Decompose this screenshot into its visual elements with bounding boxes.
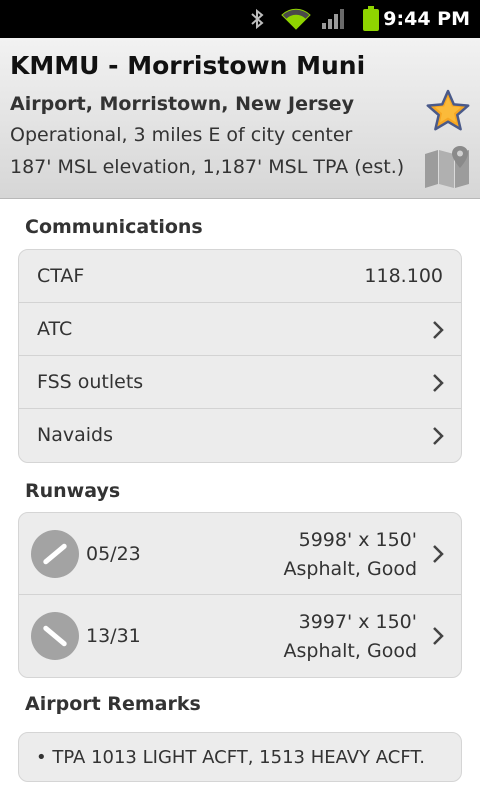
wifi-icon bbox=[280, 0, 312, 38]
chevron-right-icon bbox=[433, 374, 444, 392]
comm-row-navaids[interactable]: Navaids bbox=[19, 409, 461, 462]
runway-id: 05/23 bbox=[86, 543, 141, 565]
section-title-communications: Communications bbox=[25, 216, 203, 238]
runway-size: 3997' x 150' bbox=[298, 611, 417, 633]
airport-elevation: 187' MSL elevation, 1,187' MSL TPA (est.… bbox=[10, 156, 405, 178]
comm-label: CTAF bbox=[37, 265, 85, 287]
airport-status: Operational, 3 miles E of city center bbox=[10, 124, 353, 146]
runway-surface: Asphalt, Good bbox=[283, 558, 417, 580]
bluetooth-icon bbox=[248, 0, 266, 38]
runways-card: 05/23 5998' x 150' Asphalt, Good 13/31 3… bbox=[18, 512, 462, 678]
remarks-card: • TPA 1013 LIGHT ACFT, 1513 HEAVY ACFT. bbox=[18, 732, 462, 782]
star-icon bbox=[426, 89, 470, 131]
comm-label: FSS outlets bbox=[37, 371, 144, 393]
runway-row[interactable]: 13/31 3997' x 150' Asphalt, Good bbox=[19, 595, 461, 677]
section-title-remarks: Airport Remarks bbox=[25, 693, 201, 715]
battery-icon bbox=[360, 0, 382, 38]
comm-row-fss-outlets[interactable]: FSS outlets bbox=[19, 356, 461, 409]
status-time: 9:44 PM bbox=[383, 8, 470, 30]
airport-header: KMMU - Morristown Muni Airport, Morristo… bbox=[0, 38, 480, 199]
comm-label: ATC bbox=[37, 318, 73, 340]
comm-label: Navaids bbox=[37, 424, 113, 446]
airport-subtitle: Airport, Morristown, New Jersey bbox=[10, 93, 354, 115]
airport-title: KMMU - Morristown Muni bbox=[10, 51, 366, 80]
communications-card: CTAF 118.100 ATC FSS outlets Navaids bbox=[18, 249, 462, 463]
runway-id: 13/31 bbox=[86, 625, 141, 647]
map-button[interactable] bbox=[421, 144, 473, 188]
runway-heading-icon bbox=[31, 612, 79, 660]
section-title-runways: Runways bbox=[25, 480, 121, 502]
runway-row[interactable]: 05/23 5998' x 150' Asphalt, Good bbox=[19, 513, 461, 595]
runway-details: 3997' x 150' Asphalt, Good bbox=[284, 608, 417, 666]
status-bar: 9:44 PM bbox=[0, 0, 480, 38]
chevron-right-icon bbox=[433, 545, 444, 563]
comm-row-ctaf[interactable]: CTAF 118.100 bbox=[19, 250, 461, 303]
map-icon bbox=[425, 146, 469, 188]
remark-item: • TPA 1013 LIGHT ACFT, 1513 HEAVY ACFT. bbox=[36, 747, 425, 768]
chevron-right-icon bbox=[433, 427, 444, 445]
comm-value: 118.100 bbox=[364, 265, 443, 287]
comm-row-atc[interactable]: ATC bbox=[19, 303, 461, 356]
runway-details: 5998' x 150' Asphalt, Good bbox=[284, 526, 417, 584]
chevron-right-icon bbox=[433, 627, 444, 645]
signal-icon bbox=[320, 0, 348, 38]
chevron-right-icon bbox=[433, 321, 444, 339]
favorite-button[interactable] bbox=[425, 89, 471, 133]
runway-size: 5998' x 150' bbox=[298, 529, 417, 551]
runway-surface: Asphalt, Good bbox=[283, 640, 417, 662]
runway-heading-icon bbox=[31, 530, 79, 578]
